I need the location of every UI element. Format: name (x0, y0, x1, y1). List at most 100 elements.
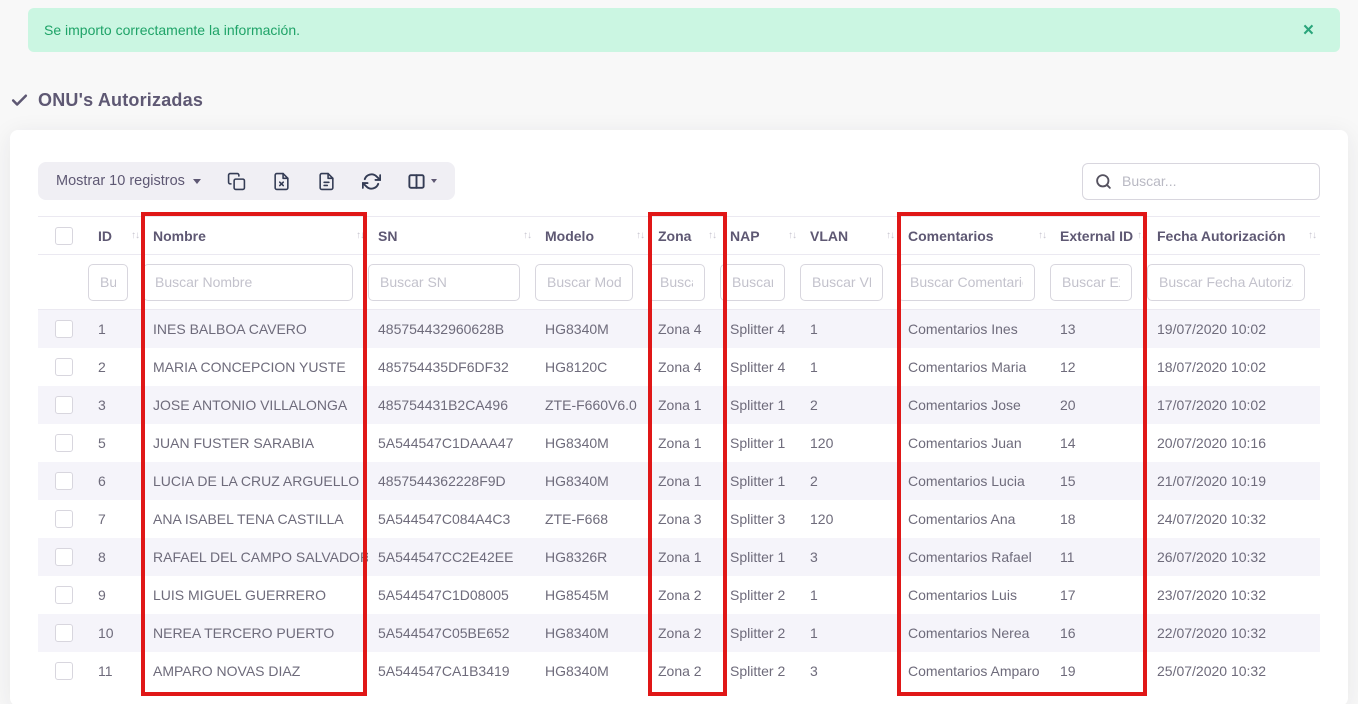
cell-comentarios: Comentarios Maria (898, 348, 1050, 386)
column-header-zona[interactable]: Zona ↑↓ (648, 217, 720, 255)
column-label-sn: SN (378, 228, 397, 244)
column-header-comentarios[interactable]: Comentarios↑↓ (898, 217, 1050, 255)
table-row: 10NEREA TERCERO PUERTO5A544547C05BE652HG… (38, 614, 1320, 652)
column-header-vlan[interactable]: VLAN↑↓ (800, 217, 898, 255)
cell-modelo: HG8340M (535, 652, 648, 690)
row-checkbox[interactable] (55, 586, 73, 604)
row-checkbox[interactable] (55, 510, 73, 528)
sort-icon: ↑↓ (632, 230, 644, 241)
refresh-button[interactable] (362, 172, 381, 191)
cell-nombre: INES BALBOA CAVERO (143, 310, 368, 348)
sort-icon: ↑↓ (1304, 230, 1316, 241)
row-select-cell (38, 348, 88, 386)
cell-nap: Splitter 1 (720, 538, 800, 576)
cell-sn: 485754432960628B (368, 310, 535, 348)
column-header-nombre[interactable]: Nombre↑↓ (143, 217, 368, 255)
onus-table: ID↑↓Nombre↑↓SN↑↓Modelo↑↓Zona↑↓NAP↑↓VLAN↑… (38, 216, 1320, 690)
cell-id: 11 (88, 652, 143, 690)
refresh-icon (362, 172, 381, 191)
global-search (1082, 163, 1320, 200)
copy-button[interactable] (227, 172, 246, 191)
row-checkbox[interactable] (55, 396, 73, 414)
sort-icon: ↑↓ (352, 230, 364, 241)
row-select-cell (38, 462, 88, 500)
filter-external_id-input[interactable] (1050, 264, 1132, 301)
cell-external_id: 16 (1050, 614, 1147, 652)
cell-nombre: RAFAEL DEL CAMPO SALVADOR (143, 538, 368, 576)
cell-zona: Zona 1 (648, 386, 720, 424)
filter-id-input[interactable] (88, 264, 128, 301)
toolbar-button-group: Mostrar 10 registros (38, 162, 455, 200)
cell-zona: Zona 2 (648, 614, 720, 652)
cell-nombre: AMPARO NOVAS DIAZ (143, 652, 368, 690)
column-header-modelo[interactable]: Modelo↑↓ (535, 217, 648, 255)
row-checkbox[interactable] (55, 624, 73, 642)
table-row: 9LUIS MIGUEL GUERRERO5A544547C1D08005HG8… (38, 576, 1320, 614)
row-checkbox[interactable] (55, 320, 73, 338)
cell-sn: 5A544547C084A4C3 (368, 500, 535, 538)
filter-cell-fecha (1147, 255, 1320, 310)
cell-sn: 5A544547C1DAAA47 (368, 424, 535, 462)
row-checkbox[interactable] (55, 548, 73, 566)
export-excel-button[interactable] (272, 172, 291, 191)
filter-nap-input[interactable] (720, 264, 785, 301)
column-label-fecha: Fecha Autorización (1157, 228, 1286, 244)
column-label-id: ID (98, 228, 112, 244)
cell-nap: Splitter 1 (720, 424, 800, 462)
cell-external_id: 15 (1050, 462, 1147, 500)
cell-nombre: LUIS MIGUEL GUERRERO (143, 576, 368, 614)
cell-comentarios: Comentarios Nerea (898, 614, 1050, 652)
column-header-nap[interactable]: NAP↑↓ (720, 217, 800, 255)
sort-icon: ↑↓ (784, 230, 796, 241)
row-checkbox[interactable] (55, 662, 73, 680)
cell-nap: Splitter 2 (720, 652, 800, 690)
filter-comentarios-input[interactable] (898, 264, 1035, 301)
column-header-id[interactable]: ID↑↓ (88, 217, 143, 255)
sort-icon: ↑↓ (704, 230, 716, 241)
cell-fecha: 22/07/2020 10:32 (1147, 614, 1320, 652)
filter-cell-comentarios (898, 255, 1050, 310)
search-input[interactable] (1122, 173, 1307, 189)
filter-select-cell (38, 255, 88, 310)
column-header-external_id[interactable]: External ID↑↓ (1050, 217, 1147, 255)
filter-nombre-input[interactable] (143, 264, 353, 301)
cell-vlan: 1 (800, 614, 898, 652)
cell-vlan: 120 (800, 424, 898, 462)
cell-nap: Splitter 1 (720, 462, 800, 500)
table-row: 6LUCIA DE LA CRUZ ARGUELLO4857544362228F… (38, 462, 1320, 500)
filter-sn-input[interactable] (368, 264, 520, 301)
filter-fecha-input[interactable] (1147, 264, 1305, 301)
column-header-sn[interactable]: SN ↑↓ (368, 217, 535, 255)
table-row: 11AMPARO NOVAS DIAZ5A544547CA1B3419HG834… (38, 652, 1320, 690)
cell-external_id: 20 (1050, 386, 1147, 424)
column-header-fecha[interactable]: Fecha Autorización ↑↓ (1147, 217, 1320, 255)
column-label-zona: Zona (658, 228, 691, 244)
cell-sn: 4857544362228F9D (368, 462, 535, 500)
length-menu-label: Mostrar 10 registros (56, 173, 185, 189)
search-icon (1095, 173, 1112, 190)
column-visibility-button[interactable] (407, 172, 437, 191)
cell-modelo: HG8340M (535, 424, 648, 462)
table-filter-row (38, 255, 1320, 310)
page-header: ONU's Autorizadas (10, 88, 1358, 112)
select-all-checkbox[interactable] (55, 227, 73, 245)
alert-close-button[interactable]: × (1293, 17, 1324, 44)
filter-modelo-input[interactable] (535, 264, 633, 301)
filter-cell-modelo (535, 255, 648, 310)
sort-icon: ↑↓ (1133, 230, 1145, 241)
row-checkbox[interactable] (55, 472, 73, 490)
sort-icon: ↑↓ (519, 230, 531, 241)
cell-external_id: 11 (1050, 538, 1147, 576)
export-file-button[interactable] (317, 172, 336, 191)
length-menu-button[interactable]: Mostrar 10 registros (56, 173, 201, 189)
select-all-header (38, 217, 88, 255)
filter-zona-input[interactable] (648, 264, 705, 301)
cell-sn: 5A544547C05BE652 (368, 614, 535, 652)
row-checkbox[interactable] (55, 358, 73, 376)
cell-sn: 5A544547CA1B3419 (368, 652, 535, 690)
row-select-cell (38, 386, 88, 424)
cell-vlan: 1 (800, 576, 898, 614)
filter-vlan-input[interactable] (800, 264, 883, 301)
row-checkbox[interactable] (55, 434, 73, 452)
row-select-cell (38, 652, 88, 690)
